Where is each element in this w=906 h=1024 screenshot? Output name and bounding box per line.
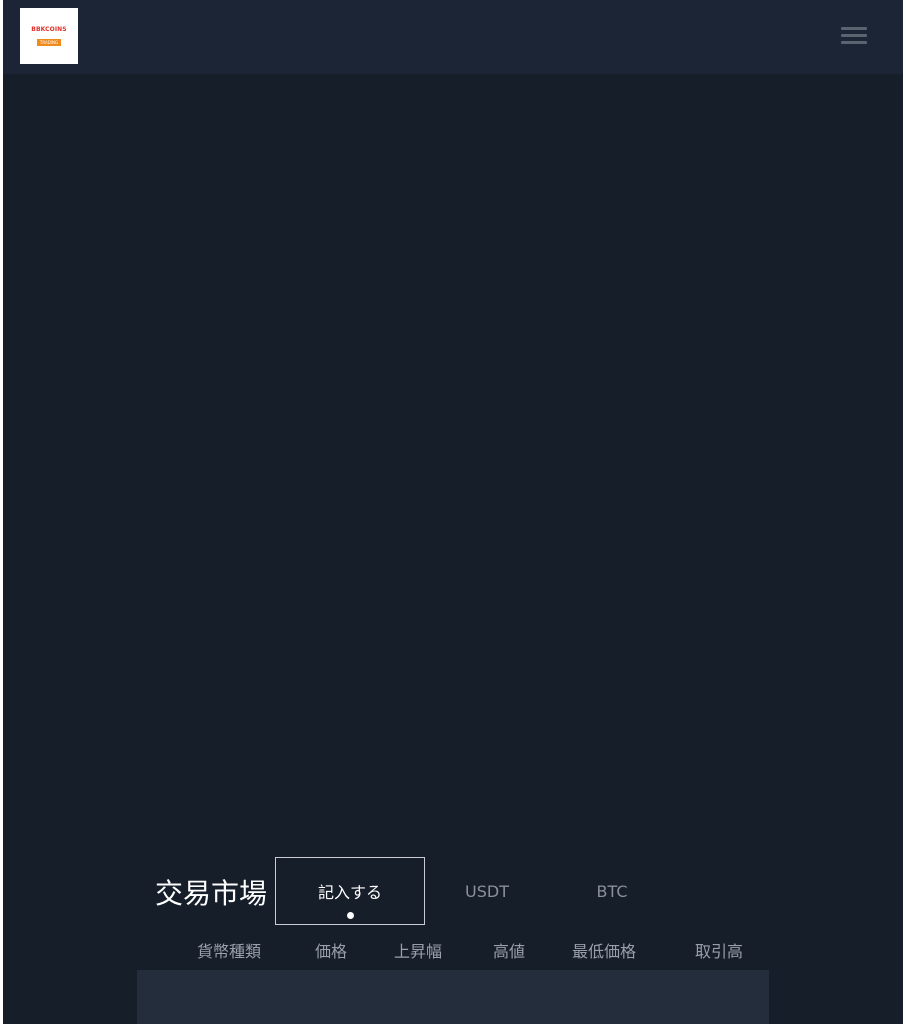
market-table xyxy=(137,970,769,1024)
tab-label: 記入する xyxy=(317,883,382,902)
menu-line xyxy=(841,34,867,37)
tab-usdt[interactable]: USDT xyxy=(441,857,533,925)
column-header-price[interactable]: 価格 xyxy=(315,938,347,962)
menu-line xyxy=(841,27,867,30)
column-header-low[interactable]: 最低価格 xyxy=(572,938,636,962)
active-tab-dot xyxy=(347,912,354,919)
column-header-change[interactable]: 上昇幅 xyxy=(394,938,442,962)
column-header-currency[interactable]: 貨幣種類 xyxy=(197,938,261,962)
tab-label: USDT xyxy=(465,881,509,901)
hamburger-menu-icon[interactable] xyxy=(837,24,869,50)
page: BBKCOINS TRADING 交易市場 記入する USDT BTC 貨幣種類… xyxy=(3,0,903,1024)
market-title: 交易市場 xyxy=(155,877,268,910)
column-header-high[interactable]: 高値 xyxy=(493,938,525,962)
logo-title: BBKCOINS xyxy=(31,26,67,33)
top-header: BBKCOINS TRADING xyxy=(3,0,903,74)
tab-label: BTC xyxy=(596,881,628,901)
column-header-volume[interactable]: 取引高 xyxy=(695,938,743,962)
menu-line xyxy=(841,41,867,44)
site-logo[interactable]: BBKCOINS TRADING xyxy=(20,8,78,64)
tab-btc[interactable]: BTC xyxy=(571,857,653,925)
tab-favorites[interactable]: 記入する xyxy=(275,857,425,925)
logo-subtitle: TRADING xyxy=(36,39,62,46)
